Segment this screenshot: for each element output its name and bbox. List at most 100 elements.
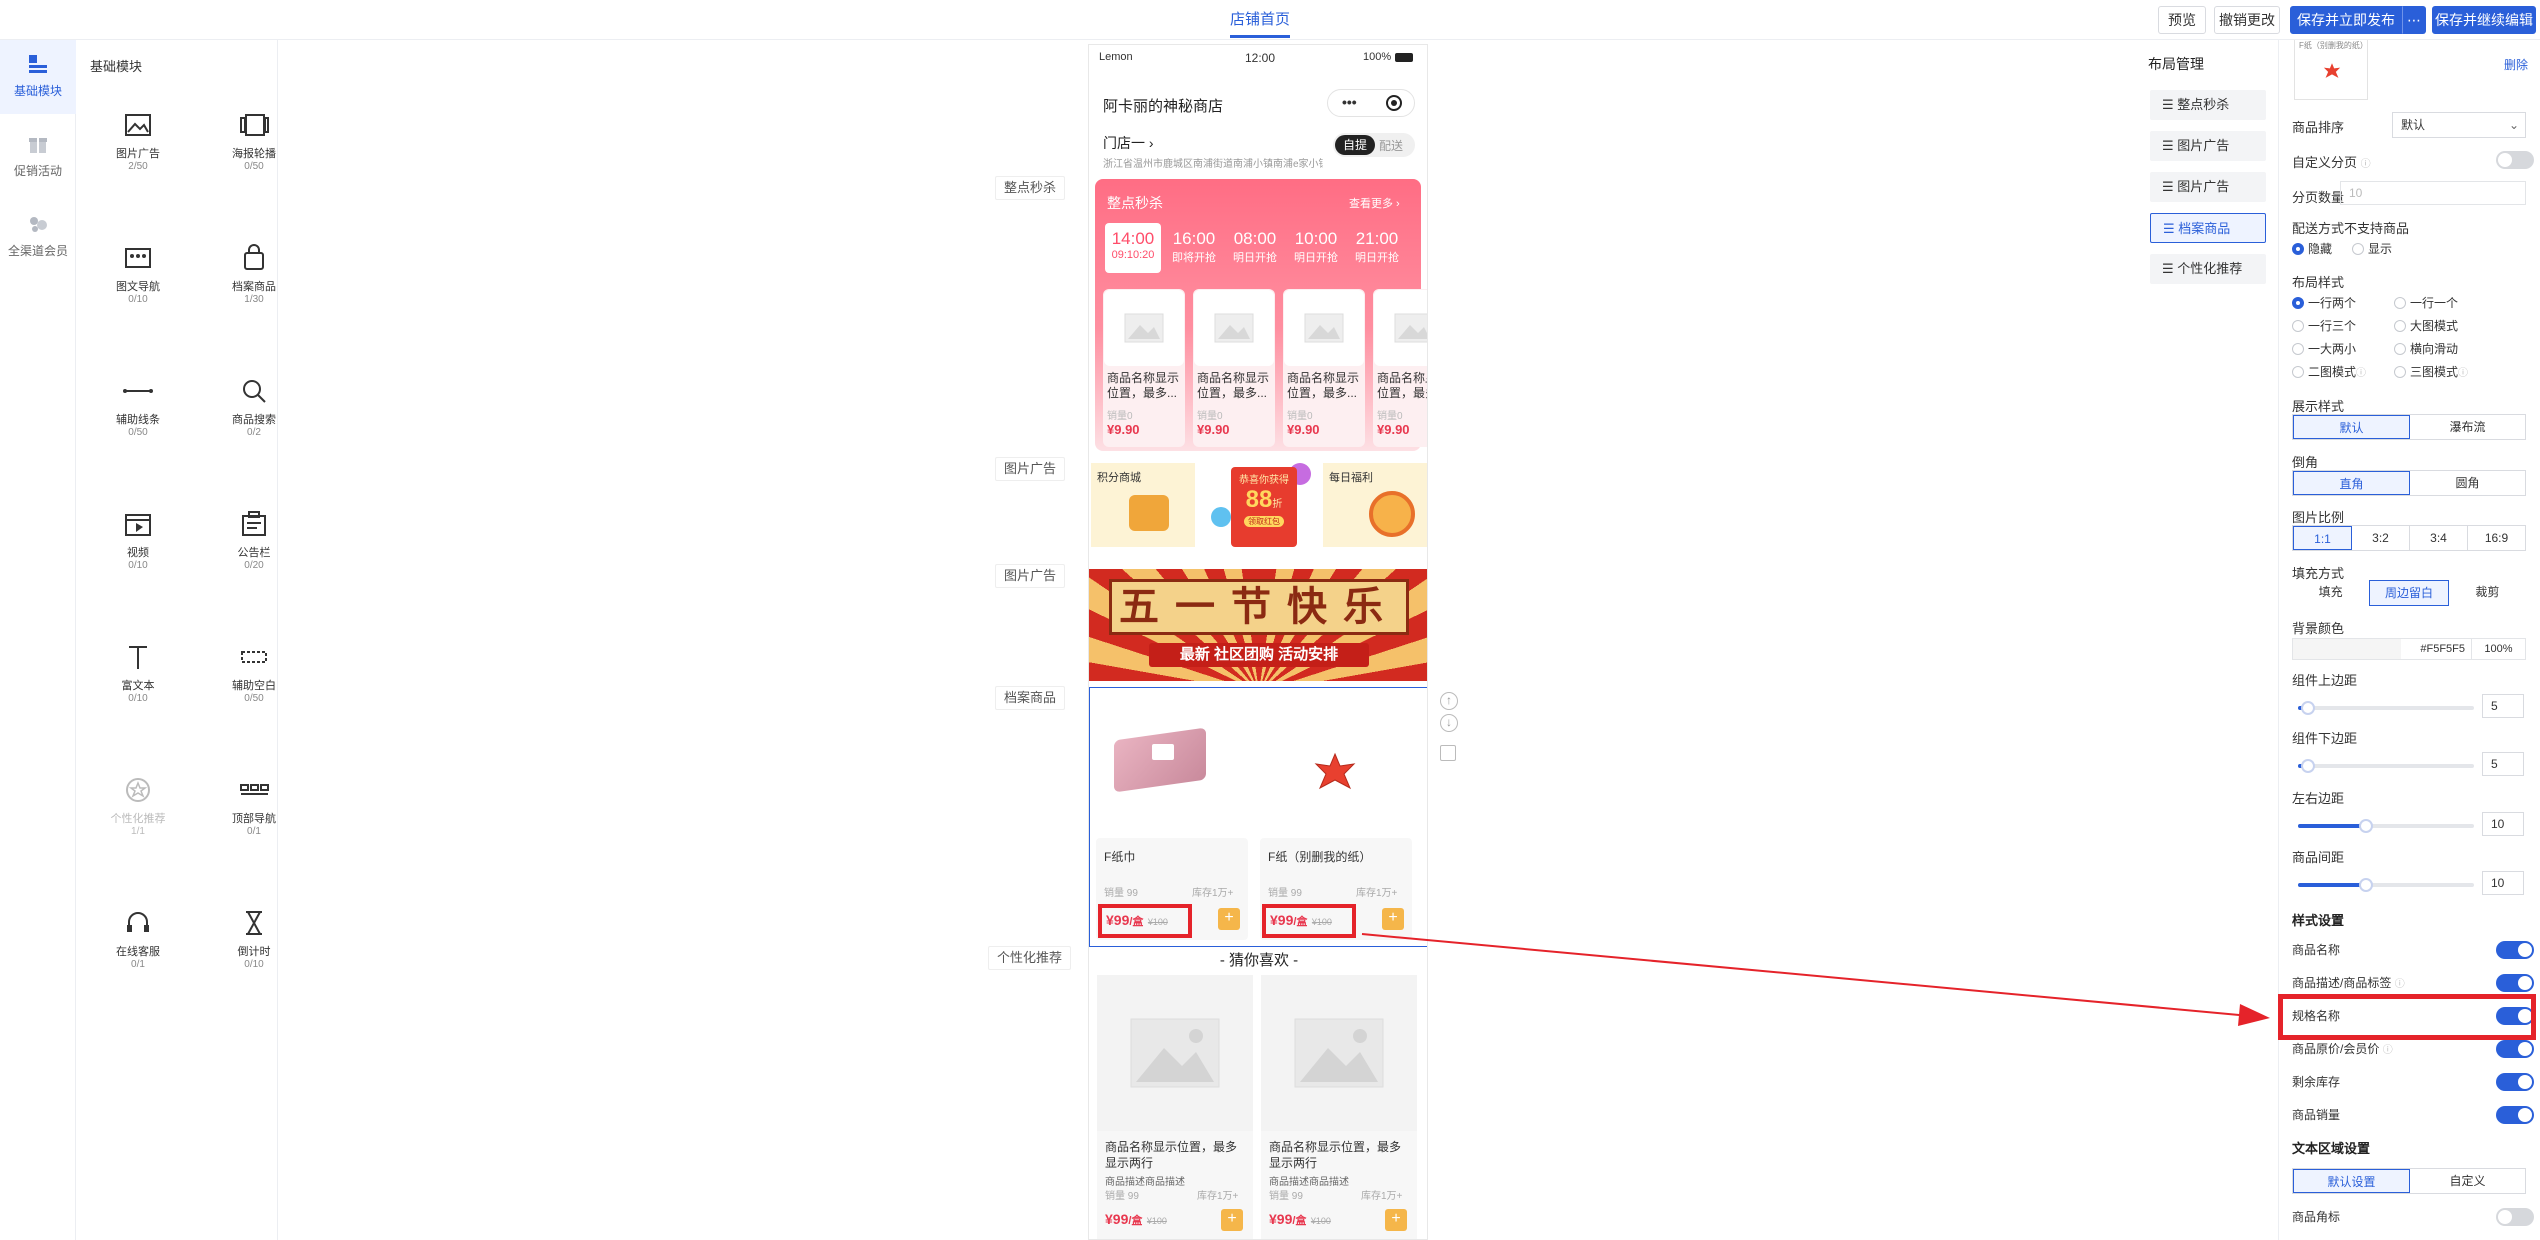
help-icon[interactable]: ⓘ bbox=[2361, 159, 2371, 170]
toggle-switch[interactable] bbox=[2496, 1106, 2534, 1124]
radio-button[interactable] bbox=[2394, 366, 2406, 378]
layout-item[interactable]: ☰ 档案商品 bbox=[2150, 213, 2266, 243]
drag-handle-icon[interactable]: ☰ bbox=[2162, 261, 2177, 276]
sort-label: 商品排序 bbox=[2292, 120, 2345, 135]
layout-item[interactable]: ☰ 图片广告 bbox=[2150, 172, 2266, 202]
layout-item-label: 图片广告 bbox=[2177, 138, 2230, 153]
bg-hex[interactable]: #F5F5F5 bbox=[2401, 639, 2471, 659]
slider-track[interactable] bbox=[2298, 759, 2474, 773]
slider-track[interactable] bbox=[2298, 701, 2474, 715]
spec-name-highlight bbox=[2278, 994, 2536, 1040]
slider-handle[interactable] bbox=[2301, 701, 2315, 715]
ratio-option[interactable]: 3:4 bbox=[2410, 526, 2468, 550]
custom-page-label: 自定义分页 ⓘ bbox=[2292, 152, 2371, 171]
slider-track[interactable] bbox=[2298, 878, 2474, 892]
layout-item-label: 图片广告 bbox=[2177, 179, 2230, 194]
slider-value-input[interactable]: 10 bbox=[2482, 871, 2524, 895]
drag-handle-icon[interactable]: ☰ bbox=[2162, 97, 2177, 112]
toggle-switch[interactable] bbox=[2496, 941, 2534, 959]
radio-label: 二图模式 bbox=[2308, 365, 2357, 379]
radio-button[interactable] bbox=[2292, 343, 2304, 355]
style-section-title: 样式设置 bbox=[2292, 913, 2345, 928]
display-style-label: 展示样式 bbox=[2292, 399, 2345, 414]
custom-page-text: 自定义分页 bbox=[2292, 155, 2358, 170]
layout-option[interactable]: 三图模式ⓘ bbox=[2394, 363, 2468, 381]
text-area-option[interactable]: 自定义 bbox=[2410, 1169, 2525, 1193]
radio-button[interactable] bbox=[2292, 320, 2304, 332]
radio-show[interactable] bbox=[2352, 243, 2365, 255]
bg-alpha[interactable]: 100% bbox=[2471, 639, 2525, 659]
toggle-switch[interactable] bbox=[2496, 974, 2534, 992]
radio-button[interactable] bbox=[2394, 343, 2406, 355]
text-area-title: 文本区域设置 bbox=[2292, 1141, 2371, 1156]
help-icon[interactable]: ⓘ bbox=[2395, 979, 2405, 990]
ratio-option[interactable]: 3:2 bbox=[2352, 526, 2410, 550]
slider-value-input[interactable]: 5 bbox=[2482, 752, 2524, 776]
fill-option[interactable]: 裁剪 bbox=[2449, 580, 2526, 606]
text-area-option[interactable]: 默认设置 bbox=[2293, 1169, 2410, 1193]
ratio-option[interactable]: 1:1 bbox=[2293, 526, 2352, 550]
radio-label: 隐藏 bbox=[2308, 242, 2333, 256]
layout-option[interactable]: 一大两小 bbox=[2292, 340, 2356, 358]
help-icon[interactable]: ⓘ bbox=[2458, 368, 2468, 379]
slider-handle[interactable] bbox=[2359, 819, 2373, 833]
help-icon[interactable]: ⓘ bbox=[2383, 1045, 2393, 1056]
help-icon[interactable]: ⓘ bbox=[2356, 368, 2366, 379]
toggle-switch[interactable] bbox=[2496, 1040, 2534, 1058]
maple-leaf-image bbox=[2323, 63, 2341, 78]
fill-segment: 填充 周边留白 裁剪 bbox=[2292, 580, 2526, 606]
corner-mark-toggle[interactable] bbox=[2496, 1208, 2534, 1226]
page-count-input[interactable]: 10 bbox=[2340, 181, 2526, 205]
corner-option[interactable]: 直角 bbox=[2293, 471, 2410, 495]
sort-select[interactable]: 默认 ⌄ bbox=[2392, 112, 2526, 138]
toggle-label: 剩余库存 bbox=[2292, 1073, 2340, 1090]
radio-label: 一行一个 bbox=[2410, 296, 2459, 310]
toggle-switch[interactable] bbox=[2496, 1073, 2534, 1091]
unsupported-label: 配送方式不支持商品 bbox=[2292, 221, 2410, 236]
layout-item[interactable]: ☰ 图片广告 bbox=[2150, 131, 2266, 161]
layout-option[interactable]: 一行三个 bbox=[2292, 317, 2356, 335]
layout-option[interactable]: 二图模式ⓘ bbox=[2292, 363, 2366, 381]
layout-panel: 布局管理 ☰ 整点秒杀 ☰ 图片广告 ☰ 图片广告 ☰ 档案商品 ☰ 个性化推荐 bbox=[2140, 40, 2290, 360]
ratio-option[interactable]: 16:9 bbox=[2468, 526, 2525, 550]
layout-panel-title: 布局管理 bbox=[2148, 56, 2204, 72]
delete-link[interactable]: 删除 bbox=[2504, 56, 2528, 73]
radio-button[interactable] bbox=[2394, 320, 2406, 332]
selected-product-thumb[interactable]: F纸（别删我的纸） bbox=[2294, 40, 2368, 100]
slider-value-input[interactable]: 10 bbox=[2482, 812, 2524, 836]
slider-handle[interactable] bbox=[2359, 878, 2373, 892]
toggle-label-text: 商品销量 bbox=[2292, 1108, 2341, 1122]
fill-option[interactable]: 填充 bbox=[2292, 580, 2369, 606]
toggle-label: 商品销量 bbox=[2292, 1106, 2340, 1123]
drag-handle-icon[interactable]: ☰ bbox=[2162, 138, 2177, 153]
drag-handle-icon[interactable]: ☰ bbox=[2162, 179, 2177, 194]
radio-label: 三图模式 bbox=[2410, 365, 2459, 379]
drag-handle-icon[interactable]: ☰ bbox=[2163, 221, 2178, 236]
layout-item[interactable]: ☰ 个性化推荐 bbox=[2150, 254, 2266, 284]
layout-option[interactable]: 一行一个 bbox=[2394, 294, 2458, 312]
thumb-caption: F纸（别删我的纸） bbox=[2299, 41, 2368, 50]
display-style-segment: 默认 瀑布流 bbox=[2292, 414, 2526, 440]
ratio-label: 图片比例 bbox=[2292, 510, 2345, 525]
slider-label: 组件下边距 bbox=[2292, 731, 2358, 746]
slider-value-input[interactable]: 5 bbox=[2482, 694, 2524, 718]
color-swatch[interactable] bbox=[2293, 639, 2401, 659]
corner-label: 倒角 bbox=[2292, 455, 2319, 470]
radio-hide[interactable] bbox=[2292, 243, 2304, 255]
layout-item[interactable]: ☰ 整点秒杀 bbox=[2150, 90, 2266, 120]
slider-track[interactable] bbox=[2298, 819, 2474, 833]
display-option[interactable]: 默认 bbox=[2293, 415, 2410, 439]
layout-option[interactable]: 大图模式 bbox=[2394, 317, 2458, 335]
slider-handle[interactable] bbox=[2301, 759, 2315, 773]
radio-button[interactable] bbox=[2292, 297, 2304, 309]
radio-button[interactable] bbox=[2292, 366, 2304, 378]
toggle-label: 商品描述/商品标签 ⓘ bbox=[2292, 974, 2405, 991]
fill-option[interactable]: 周边留白 bbox=[2369, 580, 2449, 606]
corner-option[interactable]: 圆角 bbox=[2410, 471, 2525, 495]
layout-option[interactable]: 横向滑动 bbox=[2394, 340, 2458, 358]
display-option[interactable]: 瀑布流 bbox=[2410, 415, 2525, 439]
layout-option[interactable]: 一行两个 bbox=[2292, 294, 2356, 312]
radio-button[interactable] bbox=[2394, 297, 2406, 309]
bg-color-picker[interactable]: #F5F5F5 100% bbox=[2292, 638, 2526, 660]
custom-page-toggle[interactable] bbox=[2496, 151, 2534, 169]
